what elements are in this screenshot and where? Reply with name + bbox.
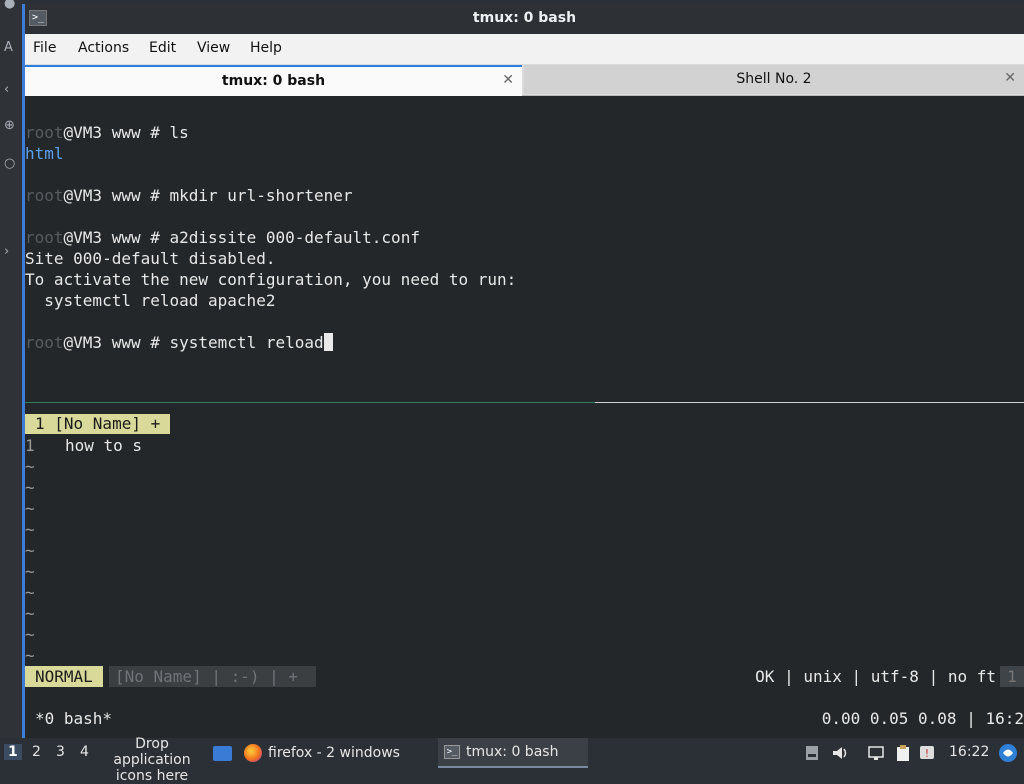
bg-glyph-circle: ○: [4, 156, 16, 171]
clock[interactable]: 16:22: [949, 744, 989, 760]
vim-file-section: [No Name] | :-) | +: [109, 666, 316, 687]
menu-file[interactable]: File: [33, 40, 56, 56]
tab-tmux-bash[interactable]: tmux: 0 bash ✕: [25, 65, 522, 96]
pane-divider-active[interactable]: [25, 402, 595, 403]
tab-label: Shell No. 2: [736, 71, 812, 87]
tab-shell-2[interactable]: Shell No. 2 ✕: [524, 65, 1024, 94]
start-menu-icon[interactable]: [998, 743, 1018, 763]
workspace-1[interactable]: 1: [4, 744, 22, 760]
terminal-line: html: [25, 144, 64, 163]
taskbar: 1 2 3 4 Drop application icons here fire…: [0, 736, 1024, 784]
terminal-output[interactable]: root@VM3 www # ls html root@VM3 www # mk…: [25, 96, 1024, 738]
terminal-line: root@VM3 www # ls: [25, 123, 189, 142]
show-desktop-icon[interactable]: [213, 746, 232, 761]
vim-empty-line: ~: [25, 625, 35, 644]
menu-bar: File Actions Edit View Help: [25, 34, 1024, 64]
taskbar-terminal-label: tmux: 0 bash: [466, 744, 559, 760]
text-cursor: [323, 333, 333, 351]
taskbar-terminal[interactable]: >_ tmux: 0 bash: [438, 738, 588, 768]
vim-tabline[interactable]: 1 [No Name] +: [25, 414, 171, 434]
pane-divider[interactable]: [595, 402, 1024, 403]
terminal-line: systemctl reload apache2: [25, 291, 276, 310]
vim-empty-line: ~: [25, 478, 35, 497]
tmux-status-bar: *0 bash* 0.00 0.05 0.08 | 16:2: [25, 708, 1024, 729]
svg-text:!: !: [925, 747, 929, 760]
vim-empty-line: ~: [25, 499, 35, 518]
close-tab-icon[interactable]: ✕: [1004, 70, 1016, 86]
terminal-line: root@VM3 www # a2dissite 000-default.con…: [25, 228, 420, 247]
vim-empty-line: ~: [25, 583, 35, 602]
menu-view[interactable]: View: [197, 40, 230, 56]
chevron-right-icon: ›: [4, 244, 10, 259]
workspace-4[interactable]: 4: [80, 744, 89, 760]
storage-icon[interactable]: [803, 744, 821, 762]
taskbar-firefox[interactable]: firefox - 2 windows: [268, 742, 400, 764]
vim-line-number: 1: [25, 436, 35, 455]
title-bar[interactable]: >_ tmux: 0 bash: [25, 4, 1024, 34]
vim-empty-line: ~: [25, 646, 35, 665]
clipboard-icon[interactable]: [894, 744, 912, 762]
tmux-window-list[interactable]: *0 bash*: [35, 708, 112, 729]
menu-actions[interactable]: Actions: [78, 40, 129, 56]
firefox-icon[interactable]: [244, 744, 262, 762]
bg-glyph-a: A: [4, 40, 13, 55]
tmux-status-right: 0.00 0.05 0.08 | 16:2: [821, 709, 1024, 728]
back-icon: ‹: [4, 82, 10, 97]
workspace-2[interactable]: 2: [32, 744, 41, 760]
network-icon[interactable]: [867, 744, 885, 762]
vim-mode: NORMAL: [25, 666, 103, 687]
window-title: tmux: 0 bash: [472, 10, 577, 26]
terminal-icon: >_: [444, 745, 460, 759]
tab-label: tmux: 0 bash: [221, 73, 326, 89]
vim-buffer-line: how to s: [65, 436, 143, 455]
vim-file-info: OK | unix | utf-8 | no ft: [755, 667, 996, 686]
terminal-line: To activate the new configuration, you n…: [25, 270, 517, 289]
vim-empty-line: ~: [25, 604, 35, 623]
terminal-line: root@VM3 www # mkdir url-shortener: [25, 186, 353, 205]
workspace-3[interactable]: 3: [56, 744, 65, 760]
vim-empty-line: ~: [25, 541, 35, 560]
terminal-line: root@VM3 www # systemctl reload: [25, 332, 333, 353]
vim-empty-line: ~: [25, 562, 35, 581]
vim-empty-line: ~: [25, 457, 35, 476]
notification-icon[interactable]: !: [918, 744, 936, 762]
menu-edit[interactable]: Edit: [149, 40, 176, 56]
vim-empty-line: ~: [25, 520, 35, 539]
desktop-background-strip: ● A ‹ ⊕ ○ ›: [0, 0, 24, 738]
terminal-line: Site 000-default disabled.: [25, 249, 276, 268]
close-tab-icon[interactable]: ✕: [502, 72, 514, 88]
launcher-drop-area[interactable]: Drop application icons here: [96, 736, 208, 784]
terminal-window: >_ tmux: 0 bash File Actions Edit View H…: [22, 4, 1024, 738]
firefox-icon: ●: [4, 0, 16, 11]
vim-position: 1: [1000, 666, 1024, 687]
vim-statusline: NORMAL [No Name] | :-) | + OK | unix | u…: [25, 666, 1024, 687]
bg-glyph-circle-plus: ⊕: [4, 118, 15, 133]
volume-icon[interactable]: [831, 744, 849, 762]
menu-help[interactable]: Help: [250, 40, 282, 56]
tab-bar: tmux: 0 bash ✕ Shell No. 2 ✕: [25, 64, 1024, 96]
